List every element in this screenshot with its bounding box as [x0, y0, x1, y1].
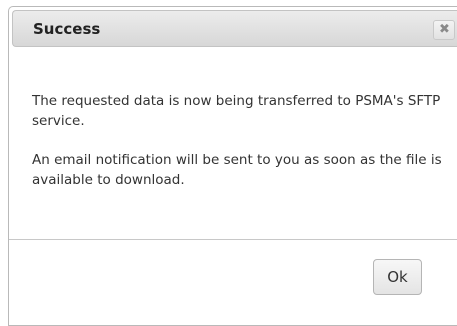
close-button[interactable]: ✖	[433, 20, 455, 40]
dialog-titlebar: Success ✖	[12, 10, 457, 47]
ok-button[interactable]: Ok	[373, 259, 422, 295]
message-text-2: An email notification will be sent to yo…	[32, 152, 442, 188]
dialog-message: The requested data is now being transfer…	[32, 91, 457, 190]
dialog-divider	[9, 239, 457, 240]
dialog-title: Success	[33, 20, 101, 38]
success-dialog: Success ✖ The requested data is now bein…	[8, 6, 457, 326]
close-icon: ✖	[439, 22, 450, 37]
message-text-1: The requested data is now being transfer…	[32, 93, 441, 129]
